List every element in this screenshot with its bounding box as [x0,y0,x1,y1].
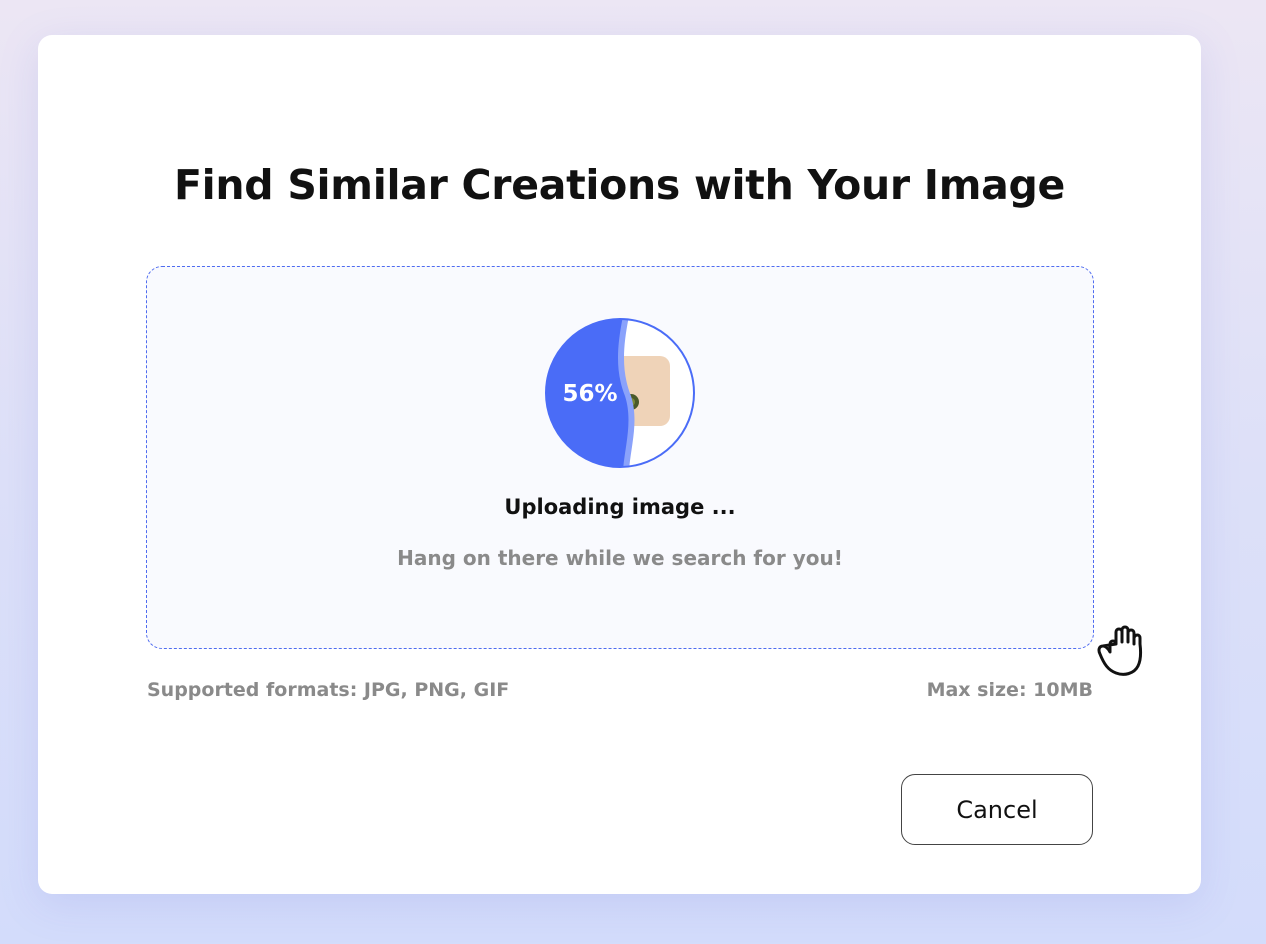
max-size-hint: Max size: 10MB [926,679,1093,701]
upload-progress-indicator: 56% [543,316,697,470]
grab-hand-icon [1097,625,1143,676]
cancel-button[interactable]: Cancel [901,774,1093,845]
supported-formats-hint: Supported formats: JPG, PNG, GIF [147,679,510,701]
upload-dropzone[interactable]: 56% Uploading image ... Hang on there wh… [146,266,1094,649]
dialog-title: Find Similar Creations with Your Image [173,161,1066,209]
upload-status-subtitle: Hang on there while we search for you! [397,546,843,570]
progress-percent-label: 56% [562,381,617,407]
upload-status-title: Uploading image ... [504,495,736,519]
upload-dialog: Find Similar Creations with Your Image 5… [38,35,1201,894]
